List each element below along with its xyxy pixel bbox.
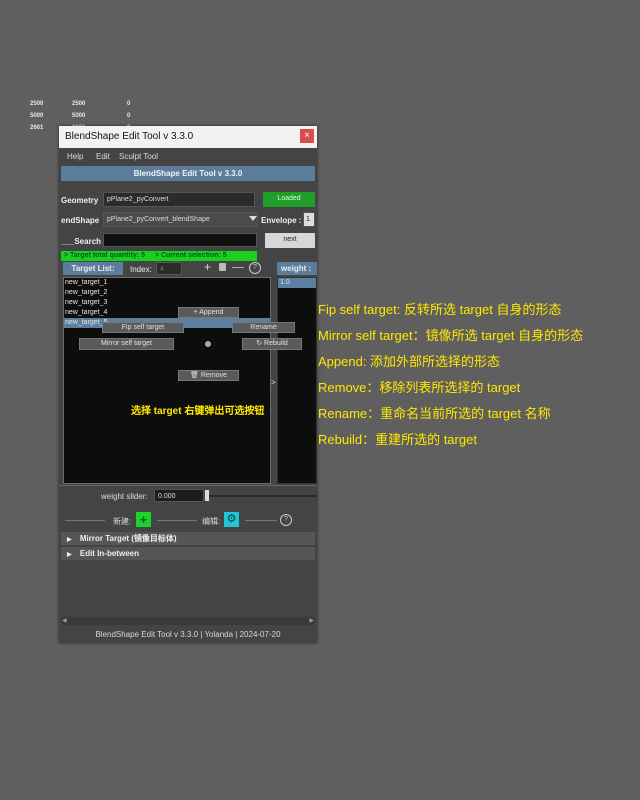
annotation-append: Append: 添加外部所选择的形态 bbox=[318, 354, 501, 369]
rebuild-label: Rebuild bbox=[264, 340, 288, 347]
list-item[interactable]: new_target_2 bbox=[64, 288, 270, 298]
list-item[interactable]: new_target_1 bbox=[64, 278, 270, 288]
status-bar: > Target total quantity: 5 > Current sel… bbox=[61, 251, 257, 261]
blendshape-label: endShape bbox=[61, 216, 100, 225]
trash-icon: 🗑 bbox=[190, 372, 201, 379]
new-button[interactable]: + bbox=[136, 512, 151, 527]
index-label: Index: bbox=[130, 265, 152, 274]
envelope-label: Envelope : bbox=[261, 216, 302, 225]
footer-text: BlendShape Edit Tool v 3.3.0 | Yolanda |… bbox=[95, 630, 281, 639]
section-mirror-target[interactable]: ▶ Mirror Target (镜像目标体) bbox=[61, 532, 315, 545]
weight-value[interactable]: 1.0 bbox=[278, 278, 316, 288]
title-bar[interactable]: BlendShape Edit Tool v 3.3.0 × bbox=[59, 126, 317, 148]
close-button[interactable]: × bbox=[300, 129, 314, 143]
table-row: 2500 2500 0 bbox=[30, 98, 130, 110]
blendshape-tool-window: BlendShape Edit Tool v 3.3.0 × Help Edit… bbox=[59, 126, 317, 643]
list-item[interactable]: new_target_3 bbox=[64, 298, 270, 308]
table-row: 5000 5000 0 bbox=[30, 110, 130, 122]
triangle-right-icon: ▶ bbox=[67, 552, 72, 558]
dot-icon bbox=[205, 341, 211, 347]
section-edit-inbetween[interactable]: ▶ Edit In-between bbox=[61, 547, 315, 560]
search-input[interactable] bbox=[103, 233, 257, 247]
table-cell: 2500 bbox=[72, 101, 86, 107]
annotation-rename: Rename：重命名当前所选的 target 名称 bbox=[318, 406, 551, 421]
menu-sculpt-tool[interactable]: Sculpt Tool bbox=[119, 152, 158, 161]
table-cell: 5000 bbox=[72, 113, 86, 119]
splitter-arrow[interactable]: > bbox=[271, 378, 276, 387]
weight-header: weight : bbox=[277, 262, 317, 275]
remove-button[interactable]: 🗑 Remove bbox=[178, 370, 239, 381]
weight-slider-handle[interactable] bbox=[205, 490, 209, 501]
menu-edit[interactable]: Edit bbox=[96, 152, 110, 161]
table-cell: 0 bbox=[127, 113, 131, 119]
refresh-icon: ↻ bbox=[256, 340, 265, 347]
weight-list[interactable]: 1.0 bbox=[277, 277, 317, 484]
table-cell: 5000 bbox=[30, 113, 44, 119]
geometry-label: Geometry bbox=[61, 196, 99, 205]
window-title: BlendShape Edit Tool v 3.3.0 bbox=[65, 131, 194, 142]
annotation-mirror: Mirror self target：镜像所选 target 自身的形态 bbox=[318, 328, 584, 343]
divider bbox=[157, 520, 197, 521]
append-label: Append bbox=[199, 309, 224, 316]
gear-icon[interactable]: ⚙ bbox=[224, 512, 239, 527]
mirror-self-target-button[interactable]: Mirror self target bbox=[79, 338, 174, 350]
envelope-field[interactable]: 1 bbox=[303, 212, 315, 227]
weight-slider-value[interactable]: 0.000 bbox=[154, 489, 204, 502]
annotation-remove: Remove：移除列表所选择的 target bbox=[318, 380, 521, 395]
menu-bar: Help Edit Sculpt Tool bbox=[59, 148, 317, 166]
rebuild-button[interactable]: ↻ Rebuild bbox=[242, 338, 302, 350]
table-cell: 2500 bbox=[30, 101, 44, 107]
right-click-hint: 选择 target 右键弹出可选按钮 bbox=[131, 406, 265, 417]
rename-button[interactable]: Rename bbox=[232, 322, 295, 333]
help-icon[interactable]: ? bbox=[249, 262, 261, 274]
status-current: > Current selection: 5 bbox=[154, 252, 227, 259]
loaded-button[interactable]: Loaded bbox=[263, 192, 315, 207]
menu-help[interactable]: Help bbox=[67, 152, 83, 161]
divider bbox=[232, 267, 244, 268]
annotation-rebuild: Rebuild：重建所选的 target bbox=[318, 432, 477, 447]
scroll-left-icon[interactable]: ◀ bbox=[62, 617, 67, 624]
section-label: Mirror Target (镜像目标体) bbox=[79, 534, 177, 543]
annotation-flip: Fip self target: 反转所选 target 自身的形态 bbox=[318, 302, 562, 317]
chevron-down-icon[interactable] bbox=[249, 216, 257, 221]
blendshape-select[interactable]: pPlane2_pyConvert_blendShape bbox=[103, 212, 258, 227]
target-list[interactable]: new_target_1 new_target_2 new_target_3 n… bbox=[63, 277, 271, 484]
section-label: Edit In-between bbox=[79, 549, 139, 558]
banner-title: BlendShape Edit Tool v 3.3.0 bbox=[61, 166, 315, 181]
scroll-right-icon[interactable]: ▶ bbox=[309, 617, 314, 624]
status-total: > Target total quantity: 5 bbox=[64, 252, 145, 259]
search-label: ___Search bbox=[61, 237, 102, 246]
index-field[interactable]: 4 bbox=[156, 262, 182, 275]
horizontal-scrollbar[interactable]: ◀ ▶ bbox=[61, 617, 315, 625]
table-cell: 0 bbox=[127, 101, 131, 107]
divider bbox=[65, 520, 105, 521]
append-button[interactable]: + Append bbox=[178, 307, 239, 318]
new-label: 新建: bbox=[113, 517, 132, 526]
flip-self-target-button[interactable]: Fip self target bbox=[102, 322, 184, 333]
target-list-header: Target List: bbox=[63, 262, 123, 275]
plus-icon[interactable]: + bbox=[204, 260, 211, 274]
trash-icon[interactable] bbox=[219, 263, 226, 271]
geometry-field[interactable]: pPlane2_pyConvert bbox=[103, 192, 255, 207]
next-button[interactable]: next bbox=[265, 233, 315, 248]
divider bbox=[245, 520, 277, 521]
triangle-right-icon: ▶ bbox=[67, 537, 72, 543]
divider bbox=[59, 485, 317, 486]
help-icon[interactable]: ? bbox=[280, 514, 292, 526]
weight-slider-label: weight slider: bbox=[101, 492, 148, 501]
remove-label: Remove bbox=[200, 372, 227, 379]
edit-label: 编辑: bbox=[202, 517, 221, 526]
weight-slider-track[interactable] bbox=[209, 495, 317, 497]
list-item[interactable]: new_target_4 bbox=[64, 308, 270, 318]
